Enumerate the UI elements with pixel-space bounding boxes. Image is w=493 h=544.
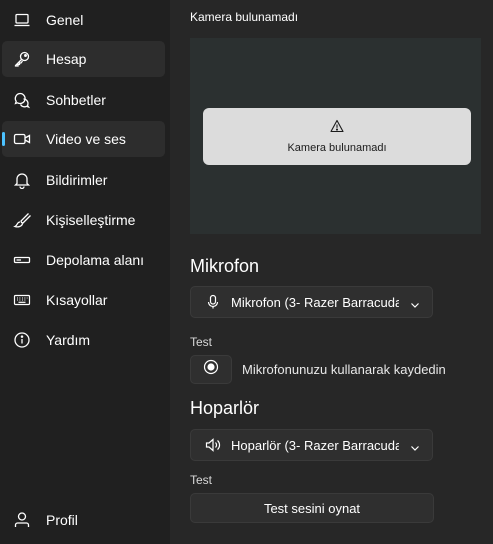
speaker-section-title: Hoparlör <box>190 398 260 418</box>
chevron-down-icon <box>410 297 420 308</box>
sidebar-item-label: Bildirimler <box>46 172 108 188</box>
play-test-sound-button[interactable]: Test sesini oynat <box>190 493 434 523</box>
brush-icon <box>13 211 31 229</box>
sidebar-item-genel[interactable]: Genel <box>2 2 165 38</box>
key-icon <box>13 50 31 68</box>
laptop-icon <box>13 11 31 29</box>
storage-icon <box>13 251 31 269</box>
info-icon <box>13 331 31 349</box>
speaker-select[interactable]: Hoparlör (3- Razer Barracuda X 2.4) <box>190 429 433 461</box>
sidebar-item-kisayollar[interactable]: Kısayollar <box>2 282 165 318</box>
microphone-select-value: Mikrofon (3- Razer Barracuda X 2.4) <box>231 294 399 310</box>
sidebar-item-label: Yardım <box>46 332 91 348</box>
sidebar: Genel Hesap Sohbetler Video ve ses Bildi… <box>0 0 170 544</box>
sidebar-item-label: Sohbetler <box>46 92 106 108</box>
sidebar-item-yardim[interactable]: Yardım <box>2 322 165 358</box>
sidebar-item-label: Hesap <box>46 51 87 67</box>
record-button[interactable] <box>190 355 232 384</box>
sidebar-item-label: Genel <box>46 12 84 28</box>
microphone-test-label: Test <box>190 335 213 349</box>
chevron-down-icon <box>410 440 420 451</box>
bell-icon <box>13 171 31 189</box>
keyboard-icon <box>13 291 31 309</box>
record-hint-text: Mikrofonunuzu kullanarak kaydedin <box>242 362 446 377</box>
camera-not-found-text: Kamera bulunamadı <box>287 142 387 154</box>
sidebar-item-video-ve-ses[interactable]: Video ve ses <box>2 121 165 157</box>
sidebar-item-label: Video ve ses <box>46 131 126 147</box>
camera-title: Kamera bulunamadı <box>190 10 299 24</box>
video-icon <box>13 130 31 148</box>
selection-indicator <box>2 132 5 146</box>
sidebar-item-kisisellestirme[interactable]: Kişiselleştirme <box>2 202 165 238</box>
speaker-test-label: Test <box>190 473 213 487</box>
sidebar-item-bildirimler[interactable]: Bildirimler <box>2 162 165 198</box>
camera-preview: Kamera bulunamadı <box>190 38 481 234</box>
settings-window: Genel Hesap Sohbetler Video ve ses Bildi… <box>0 0 493 544</box>
sidebar-item-label: Depolama alanı <box>46 252 145 268</box>
microphone-icon <box>205 294 221 310</box>
person-icon <box>13 511 31 529</box>
sidebar-item-label: Profil <box>46 512 78 528</box>
speaker-icon <box>205 437 221 453</box>
warning-icon <box>330 119 344 138</box>
camera-not-found-card: Kamera bulunamadı <box>203 108 471 165</box>
sidebar-item-depolama-alani[interactable]: Depolama alanı <box>2 242 165 278</box>
sidebar-item-label: Kişiselleştirme <box>46 212 136 228</box>
sidebar-item-label: Kısayollar <box>46 292 108 308</box>
sidebar-item-sohbetler[interactable]: Sohbetler <box>2 82 165 118</box>
chat-icon <box>13 91 31 109</box>
microphone-select[interactable]: Mikrofon (3- Razer Barracuda X 2.4) <box>190 286 433 318</box>
record-icon <box>203 359 219 380</box>
sidebar-item-hesap[interactable]: Hesap <box>2 41 165 77</box>
speaker-select-value: Hoparlör (3- Razer Barracuda X 2.4) <box>231 437 399 453</box>
microphone-section-title: Mikrofon <box>190 256 260 276</box>
video-audio-panel: Kamera bulunamadı Kamera bulunamadı Mikr… <box>170 0 493 544</box>
sidebar-item-profil[interactable]: Profil <box>2 502 165 538</box>
